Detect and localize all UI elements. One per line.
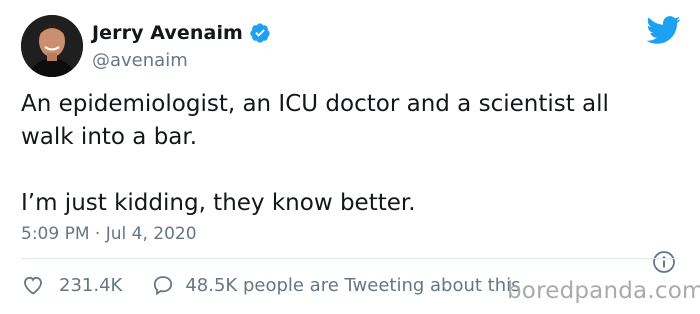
avatar[interactable]	[21, 15, 83, 77]
tweet-text: An epidemiologist, an ICU doctor and a s…	[21, 88, 671, 220]
watermark: boredpanda.com	[507, 278, 700, 304]
verified-badge-icon	[249, 22, 271, 44]
divider	[21, 258, 679, 259]
author-handle[interactable]: @avenaim	[92, 50, 271, 71]
engagement-bar: 231.4K 48.5K people are Tweeting about t…	[21, 271, 521, 299]
like-count[interactable]: 231.4K	[59, 275, 122, 296]
tweet-timestamp[interactable]: 5:09 PM · Jul 4, 2020	[21, 224, 197, 244]
tweet-text-line: An epidemiologist, an ICU doctor and a s…	[21, 91, 609, 117]
author-display-name[interactable]: Jerry Avenaim	[92, 22, 243, 44]
info-icon[interactable]	[652, 250, 676, 274]
tweet-card: Jerry Avenaim @avenaim An epidemiologist…	[0, 0, 700, 314]
author-block: Jerry Avenaim @avenaim	[92, 20, 271, 71]
comment-icon[interactable]	[151, 273, 175, 297]
twitter-bird-icon[interactable]	[645, 14, 681, 46]
tweet-text-line: walk into a bar.	[21, 124, 198, 150]
tweet-text-line: I’m just kidding, they know better.	[21, 190, 416, 216]
name-row: Jerry Avenaim	[92, 20, 271, 46]
heart-icon[interactable]	[21, 273, 45, 297]
tweeting-about-link[interactable]: 48.5K people are Tweeting about this	[185, 275, 520, 296]
